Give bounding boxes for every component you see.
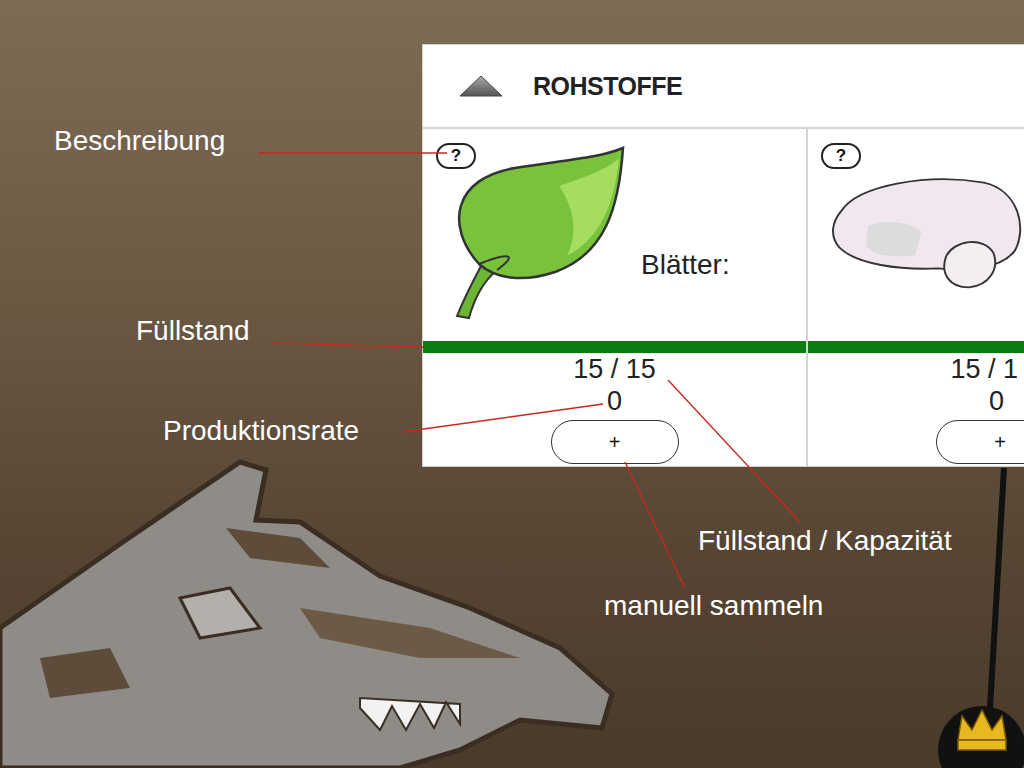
resource-body: 15 / 150+ bbox=[423, 353, 806, 466]
collapse-triangle-icon[interactable] bbox=[459, 75, 503, 97]
collect-button[interactable]: + bbox=[936, 420, 1024, 464]
leader-line bbox=[258, 152, 447, 153]
panel-header[interactable]: ROHSTOFFE bbox=[423, 45, 1024, 129]
resource-card: ? Blätter: 15 / 150+ bbox=[423, 129, 806, 466]
stone-icon bbox=[824, 170, 1024, 300]
fill-level-fill bbox=[423, 341, 806, 353]
fill-level-bar bbox=[808, 341, 1024, 353]
annotation-label: Produktionsrate bbox=[163, 414, 359, 448]
leader-line bbox=[272, 343, 423, 347]
game-screen: ROHSTOFFE?Blätter:15 / 150+?15 / 10+Besc… bbox=[0, 0, 1024, 768]
resource-row: ?Blätter:15 / 150+?15 / 10+ bbox=[423, 129, 1024, 466]
annotation-label: Beschreibung bbox=[54, 124, 225, 158]
leader-line bbox=[668, 380, 800, 522]
help-badge[interactable]: ? bbox=[436, 143, 476, 169]
fill-level-bar bbox=[423, 341, 806, 353]
leader-line bbox=[625, 462, 685, 588]
production-rate-text: 0 bbox=[607, 385, 622, 417]
dragon-icon bbox=[0, 458, 620, 768]
leaf-icon bbox=[439, 146, 629, 324]
production-rate-text: 0 bbox=[989, 385, 1024, 417]
resource-image-row: Blätter: bbox=[423, 129, 806, 341]
leader-line bbox=[402, 404, 603, 432]
resource-name: Blätter: bbox=[641, 249, 730, 281]
annotation-label: Füllstand bbox=[136, 314, 250, 348]
collect-button[interactable]: + bbox=[551, 420, 679, 464]
fill-level-fill bbox=[808, 341, 1024, 353]
panel-title: ROHSTOFFE bbox=[533, 72, 682, 101]
fill-capacity-text: 15 / 1 bbox=[950, 353, 1024, 385]
fill-capacity-text: 15 / 15 bbox=[573, 353, 656, 385]
annotation-label: Füllstand / Kapazität bbox=[698, 524, 952, 558]
help-badge[interactable]: ? bbox=[821, 143, 861, 169]
annotation-label: manuell sammeln bbox=[604, 589, 823, 623]
crown-icon bbox=[930, 468, 1024, 768]
resources-panel: ROHSTOFFE?Blätter:15 / 150+?15 / 10+ bbox=[422, 44, 1024, 467]
resource-card: ? 15 / 10+ bbox=[806, 129, 1024, 466]
resource-body: 15 / 10+ bbox=[808, 353, 1024, 466]
